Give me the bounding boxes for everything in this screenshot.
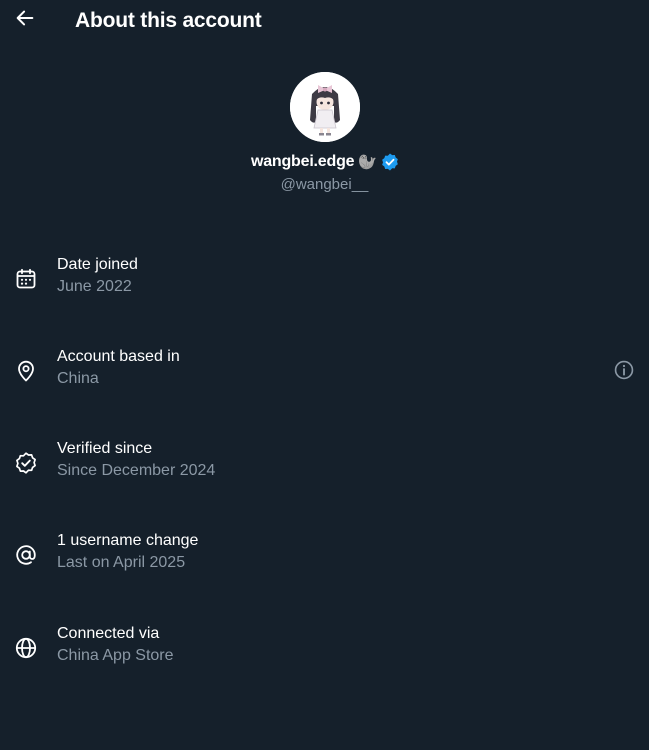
top-bar: About this account xyxy=(0,0,649,50)
display-name: wangbei.edge xyxy=(250,153,355,170)
user-handle: @wangbei__ xyxy=(280,176,369,193)
globe-icon xyxy=(14,636,38,660)
detail-row-account-based-in: Account based in China xyxy=(0,347,649,397)
detail-value: June 2022 xyxy=(57,278,132,295)
verified-badge-icon[interactable] xyxy=(380,152,400,172)
info-icon[interactable] xyxy=(613,359,637,383)
avatar[interactable] xyxy=(289,72,360,142)
verified-check-icon xyxy=(14,451,38,475)
back-button[interactable] xyxy=(10,5,40,35)
detail-value: Last on April 2025 xyxy=(57,554,186,571)
detail-row-verified-since: Verified since Since December 2024 xyxy=(0,439,649,489)
location-pin-icon xyxy=(14,359,38,383)
name-row: wangbei.edge 🦭 xyxy=(2,151,649,173)
detail-title: Date joined xyxy=(57,256,138,273)
detail-title: Account based in xyxy=(57,348,180,365)
at-sign-icon xyxy=(14,543,38,567)
detail-value: Since December 2024 xyxy=(57,462,216,479)
detail-row-date-joined: Date joined June 2022 xyxy=(0,255,649,305)
detail-row-connected-via: Connected via China App Store xyxy=(0,624,649,674)
arrow-left-icon xyxy=(14,7,36,34)
page-title: About this account xyxy=(75,9,262,32)
seal-emoji: 🦭 xyxy=(358,154,378,171)
detail-value: China App Store xyxy=(57,647,174,664)
profile-summary: wangbei.edge 🦭 @wangbei__ xyxy=(0,72,649,193)
detail-title: 1 username change xyxy=(57,532,199,549)
avatar-image xyxy=(289,72,360,142)
detail-value: China xyxy=(57,370,99,387)
calendar-icon xyxy=(14,267,38,291)
detail-title: Verified since xyxy=(57,440,153,457)
detail-row-username-change: 1 username change Last on April 2025 xyxy=(0,531,649,581)
detail-title: Connected via xyxy=(57,625,160,642)
